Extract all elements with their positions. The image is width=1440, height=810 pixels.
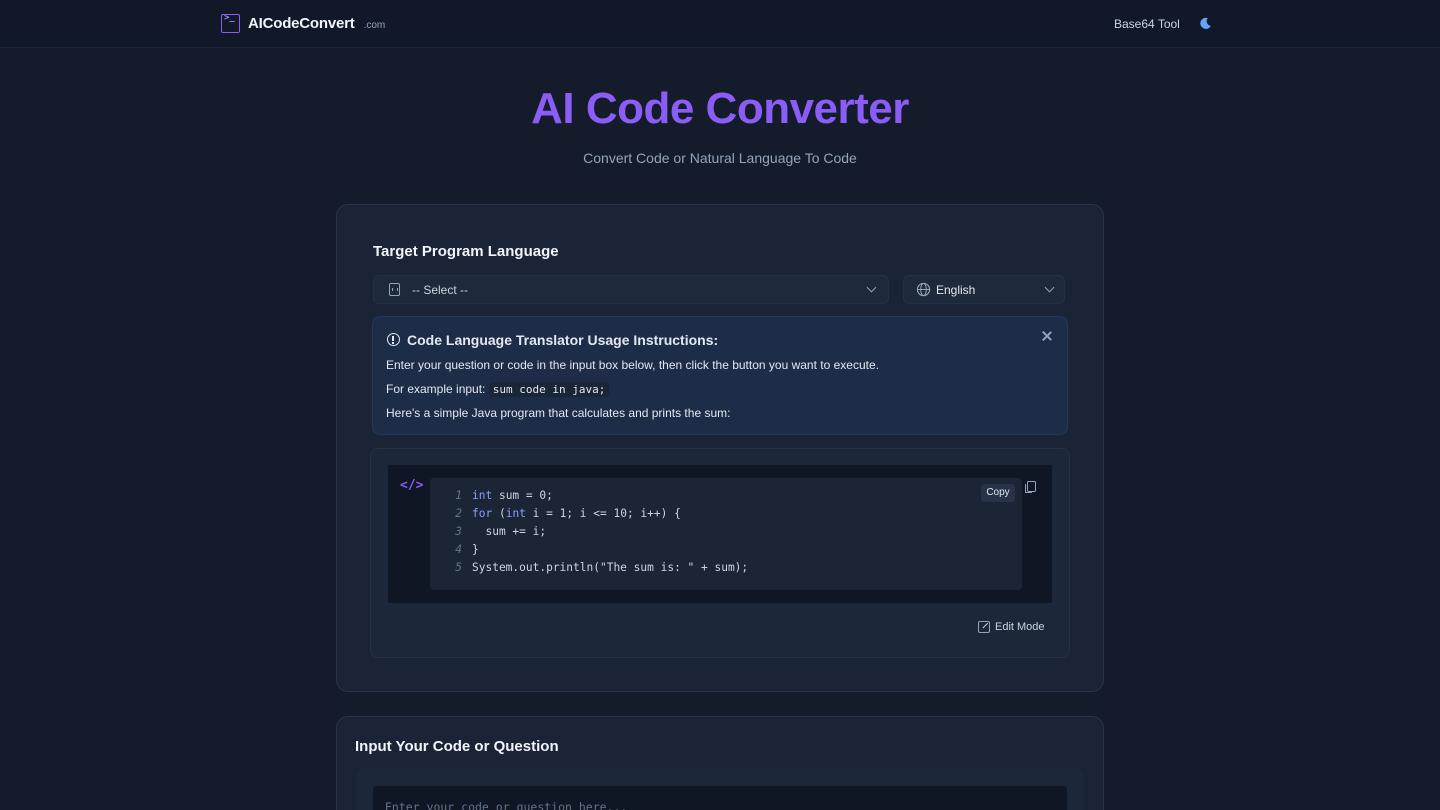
input-heading: Input Your Code or Question <box>355 738 559 755</box>
edit-mode-label: Edit Mode <box>995 621 1045 633</box>
file-code-icon <box>389 283 400 296</box>
copy-button[interactable]: Copy <box>981 484 1015 502</box>
line-code: } <box>472 543 479 556</box>
instructions-title: Code Language Translator Usage Instructi… <box>407 332 719 348</box>
target-language-value: -- Select -- <box>412 283 469 297</box>
instructions-line-1: Enter your question or code in the input… <box>386 358 879 372</box>
copy-icon[interactable] <box>1025 481 1036 493</box>
page-title: AI Code Converter <box>531 84 909 133</box>
target-language-select[interactable]: -- Select -- <box>373 275 889 304</box>
code-block: 1 int sum = 0; 2 for (int i = 1; i <= 10; i… <box>430 478 1022 590</box>
info-icon <box>387 333 400 346</box>
terminal-icon: >_ <box>221 13 240 33</box>
moon-icon[interactable] <box>1199 17 1212 30</box>
page-subtitle: Convert Code or Natural Language To Code <box>583 150 857 166</box>
example-input-code: sum code in java; <box>488 382 610 397</box>
close-icon[interactable] <box>1040 329 1054 343</box>
line-number: 1 <box>455 489 462 502</box>
instructions-line-3: Here's a simple Java program that calcul… <box>386 406 731 420</box>
globe-icon <box>916 282 931 297</box>
instructions-line-2: For example input: sum code in java; <box>386 382 610 397</box>
locale-select[interactable]: English <box>903 275 1065 304</box>
edit-icon <box>978 621 990 633</box>
usage-instructions-alert: Code Language Translator Usage Instructi… <box>372 316 1068 435</box>
target-language-heading: Target Program Language <box>373 243 559 260</box>
chevron-down-icon <box>866 282 877 293</box>
line-code: int sum = 0; <box>472 489 553 502</box>
code-brackets-icon: </> <box>400 478 424 493</box>
top-navbar: >_ AICodeConvert .com Base64 Tool <box>0 0 1440 48</box>
line-number: 3 <box>455 525 462 538</box>
locale-value: English <box>936 283 976 297</box>
brand-logo[interactable]: >_ AICodeConvert .com <box>221 13 386 33</box>
line-code: for (int i = 1; i <= 10; i++) { <box>472 507 681 520</box>
code-input[interactable] <box>373 786 1067 810</box>
nav-link-base64-tool[interactable]: Base64 Tool <box>1114 17 1180 31</box>
chevron-down-icon <box>1044 282 1055 293</box>
line-code: System.out.println("The sum is: " + sum)… <box>472 561 749 574</box>
line-code: sum += i; <box>472 525 547 538</box>
edit-mode-button[interactable]: Edit Mode <box>978 621 1045 633</box>
line-number: 2 <box>455 507 462 520</box>
brand-name: AICodeConvert <box>248 15 355 32</box>
line-number: 5 <box>455 561 462 574</box>
brand-tld: .com <box>363 20 386 31</box>
line-number: 4 <box>455 543 462 556</box>
